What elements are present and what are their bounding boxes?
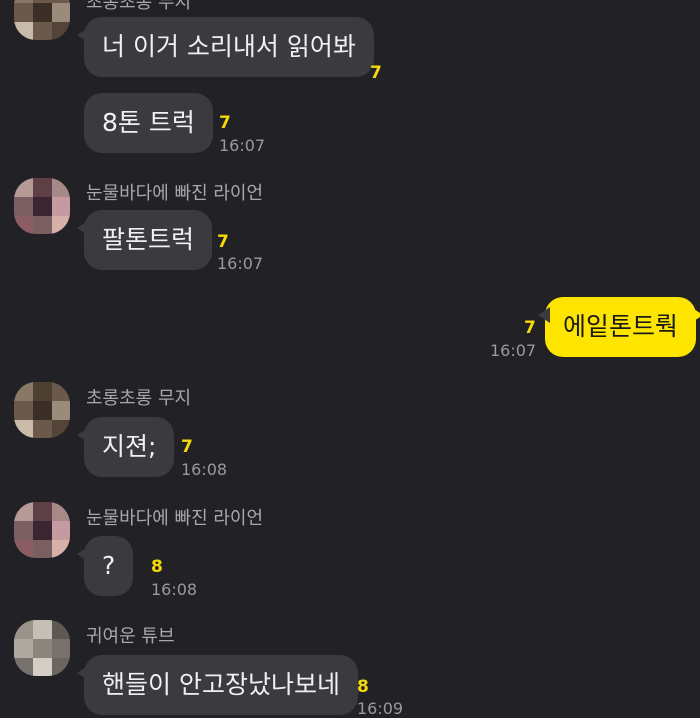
sender-name: 귀여운 튜브 — [86, 626, 175, 647]
unread-count: 8 — [357, 677, 369, 697]
unread-count: 7 — [181, 437, 193, 457]
message-bubble[interactable]: 팔톤트럭 — [76, 210, 213, 270]
message-time: 16:07 — [490, 341, 537, 360]
sender-name: 눈물바다에 빠진 라이언 — [86, 183, 264, 204]
sender-name: 눈물바다에 빠진 라이언 — [86, 508, 264, 529]
unread-count: 7 — [219, 113, 231, 133]
my-message-bubble[interactable]: 에잍톤트뤅 — [537, 297, 700, 357]
avatar[interactable] — [14, 178, 70, 234]
message-bubble[interactable]: 8톤 트럭 — [84, 93, 213, 153]
avatar[interactable] — [14, 0, 70, 40]
unread-count: 7 — [217, 232, 229, 252]
sender-name: 초롱초롱 무지 — [86, 388, 192, 409]
message-time: 16:09 — [357, 699, 404, 718]
unread-count: 7 — [370, 63, 382, 83]
message-time: 16:08 — [181, 460, 228, 479]
message-bubble[interactable]: 핸들이 안고장났나보네 — [77, 655, 358, 715]
message-bubble[interactable]: ? — [76, 536, 134, 596]
sender-name: 초롱초롱 무지 — [86, 0, 192, 13]
message-bubble[interactable]: 지젼; — [76, 417, 175, 477]
avatar[interactable] — [14, 382, 70, 438]
message-time: 16:07 — [217, 254, 264, 273]
message-bubble[interactable]: 너 이거 소리내서 읽어봐 — [77, 17, 374, 77]
message-time: 16:08 — [151, 580, 198, 599]
unread-count: 8 — [151, 557, 163, 577]
message-time: 16:07 — [219, 136, 266, 155]
avatar[interactable] — [14, 620, 70, 676]
unread-count: 7 — [524, 318, 536, 338]
avatar[interactable] — [14, 502, 70, 558]
